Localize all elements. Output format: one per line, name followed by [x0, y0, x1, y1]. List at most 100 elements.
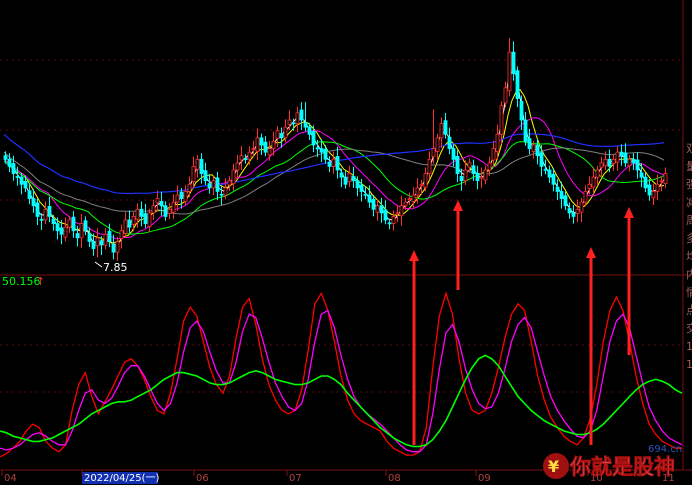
- candle-body: [283, 126, 288, 139]
- time-label: 08: [388, 473, 401, 484]
- kline-canvas[interactable]: 7.85 50.156 ↑ 双量强减周多均内情点交 1 1 04 2022/04/25…: [0, 0, 692, 485]
- candle-body: [619, 151, 624, 157]
- candle-body: [267, 148, 272, 156]
- candle-body: [331, 158, 336, 167]
- candle-body: [95, 237, 100, 247]
- candle-body: [55, 223, 60, 232]
- candle-body: [631, 158, 636, 164]
- candle-body: [427, 158, 432, 174]
- candle-body: [635, 159, 640, 171]
- candle-body: [191, 166, 196, 182]
- candle-body: [271, 141, 276, 149]
- right-axis-char: 内: [686, 267, 692, 281]
- candle-body: [307, 126, 312, 135]
- buy-signal-arrowhead: [586, 247, 596, 258]
- candle-body: [179, 191, 184, 199]
- candle-body: [147, 212, 152, 227]
- candle-body: [519, 101, 524, 121]
- right-axis-char: 均: [686, 250, 692, 263]
- candle-body: [419, 183, 424, 186]
- candle-body: [575, 208, 580, 214]
- candle-body: [627, 158, 632, 167]
- right-axis-char: 减: [686, 196, 692, 209]
- candle-body: [363, 193, 368, 196]
- candle-body: [439, 123, 444, 139]
- candle-body: [607, 158, 612, 167]
- candle-body: [559, 191, 564, 199]
- candle-body: [571, 212, 576, 217]
- candle-body: [35, 202, 40, 217]
- candle-body: [615, 151, 620, 163]
- candle-body: [159, 201, 164, 207]
- candle-body: [411, 194, 416, 202]
- right-axis-char: 周: [686, 214, 692, 227]
- candle-body: [135, 208, 140, 220]
- candle-body: [339, 172, 344, 178]
- candle-body: [479, 176, 484, 179]
- candle-body: [103, 233, 108, 246]
- candle-body: [651, 191, 656, 199]
- candle-body: [487, 162, 492, 171]
- candle-body: [127, 219, 132, 228]
- candle-body: [351, 176, 356, 182]
- candle-body: [551, 173, 556, 185]
- indicator-up-arrow: ↑: [36, 275, 45, 288]
- candle-body: [51, 218, 56, 224]
- candle-body: [643, 176, 648, 189]
- candle-body: [603, 158, 608, 167]
- candle-body: [431, 148, 436, 157]
- candle-body: [319, 148, 324, 153]
- candle-body: [471, 165, 476, 174]
- candle-body: [375, 205, 380, 213]
- candle-body: [91, 241, 96, 249]
- candle-body: [263, 141, 268, 153]
- signal-arrows: [409, 200, 634, 445]
- candle-body: [87, 233, 92, 242]
- candle-body: [655, 183, 660, 192]
- candle-body: [63, 226, 68, 238]
- candle-body: [247, 151, 252, 160]
- candle-body: [215, 177, 220, 192]
- indicator-line-1: [0, 291, 682, 458]
- candle-body: [587, 183, 592, 189]
- candle-body: [659, 180, 664, 183]
- candle-body: [295, 112, 300, 124]
- candle-body: [523, 119, 528, 142]
- buy-signal-arrowhead: [624, 207, 634, 218]
- candle-body: [423, 173, 428, 188]
- candle-body: [171, 201, 176, 213]
- candle-body: [151, 205, 156, 214]
- candle-body: [163, 205, 168, 217]
- ma-line-3: [3, 117, 665, 240]
- candle-body: [563, 195, 568, 207]
- candle-body: [251, 148, 256, 150]
- candle-body: [415, 187, 420, 196]
- candle-body: [167, 208, 172, 214]
- candle-body: [299, 109, 304, 121]
- right-axis-char: 多: [686, 231, 692, 245]
- candle-body: [235, 162, 240, 171]
- buy-signal-arrowhead: [409, 250, 419, 261]
- candle-body: [47, 206, 52, 217]
- candle-body: [143, 213, 148, 224]
- candle-body: [139, 208, 144, 217]
- candle-body: [391, 216, 396, 224]
- time-label: 06: [196, 473, 209, 484]
- candle-body: [123, 219, 128, 234]
- candle-body: [43, 208, 48, 221]
- indicator-line-3: [0, 354, 683, 448]
- candle-body: [303, 122, 308, 128]
- candle-body: [591, 176, 596, 188]
- candle-body: [579, 201, 584, 213]
- time-label: 04: [4, 473, 17, 484]
- candle-body: [195, 158, 200, 170]
- candle-body: [79, 223, 84, 239]
- low-price-marker: 7.85: [94, 261, 128, 274]
- candle-body: [535, 144, 540, 157]
- candle-body: [343, 176, 348, 185]
- right-axis-char: 点: [686, 304, 692, 317]
- candle-body: [367, 194, 372, 203]
- candle-body: [507, 51, 512, 92]
- candle-body: [567, 208, 572, 214]
- time-label: 07: [289, 473, 302, 484]
